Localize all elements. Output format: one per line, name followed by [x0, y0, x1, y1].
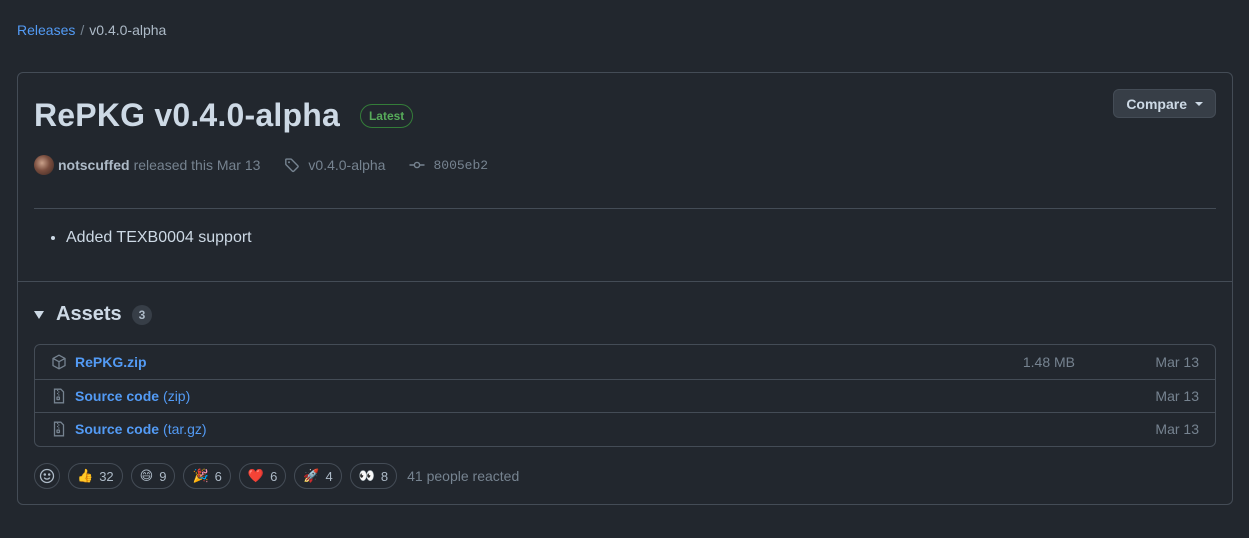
add-reaction-button[interactable]	[34, 463, 60, 489]
assets-count: 3	[131, 304, 153, 325]
reaction-thumbs-up[interactable]: 👍 32	[68, 463, 123, 489]
compare-button[interactable]: Compare	[1113, 89, 1216, 118]
asset-date: Mar 13	[1155, 421, 1199, 438]
thumbs-up-icon: 👍	[77, 468, 94, 483]
reactions-summary: 41 people reacted	[407, 468, 520, 484]
divider	[18, 281, 1232, 282]
asset-name[interactable]: Source code	[75, 421, 159, 437]
reactions-bar: 👍 32 😄 9 🎉 6 ❤️ 6 🚀 4 👀 8 41 people reac…	[34, 463, 519, 489]
asset-name[interactable]: RePKG.zip	[75, 354, 147, 370]
eyes-icon: 👀	[358, 468, 375, 483]
release-card: RePKG v0.4.0-alpha Latest Compare notscu…	[17, 72, 1233, 505]
reaction-count: 4	[325, 468, 333, 484]
asset-date: Mar 13	[1155, 353, 1199, 370]
smiley-icon	[39, 468, 55, 484]
package-icon	[52, 354, 66, 370]
asset-row[interactable]: Source code (zip) Mar 13	[35, 378, 1215, 413]
reaction-eyes[interactable]: 👀 8	[349, 463, 398, 489]
asset-date: Mar 13	[1155, 387, 1199, 404]
reaction-hooray[interactable]: 🎉 6	[183, 463, 231, 489]
assets-list: RePKG.zip 1.48 MB Mar 13 Source code (zi…	[34, 344, 1216, 447]
reaction-count: 32	[99, 468, 114, 484]
reaction-count: 6	[270, 468, 278, 484]
reaction-laugh[interactable]: 😄 9	[130, 463, 176, 489]
reaction-count: 9	[159, 468, 167, 484]
breadcrumb-current: v0.4.0-alpha	[89, 22, 167, 38]
tag-icon	[285, 158, 300, 173]
laugh-icon: 😄	[139, 468, 154, 483]
release-meta: notscuffed released this Mar 13 v0.4.0-a…	[34, 155, 488, 175]
latest-badge: Latest	[359, 103, 414, 128]
commit-icon	[409, 161, 425, 169]
tada-icon: 🎉	[192, 468, 209, 483]
asset-size: 1.48 MB	[1022, 353, 1075, 370]
reaction-heart[interactable]: ❤️ 6	[238, 463, 287, 489]
asset-format[interactable]: (zip)	[163, 388, 190, 404]
commit-sha: 8005eb2	[433, 157, 489, 173]
released-text: released this Mar 13	[133, 157, 261, 173]
divider	[34, 208, 1216, 209]
triangle-down-icon[interactable]	[34, 310, 44, 319]
tag-link[interactable]: v0.4.0-alpha	[284, 157, 385, 173]
assets-title: Assets	[56, 303, 122, 325]
compare-label: Compare	[1126, 95, 1187, 112]
reaction-count: 8	[380, 468, 389, 484]
release-title[interactable]: RePKG v0.4.0-alpha	[34, 97, 340, 134]
author-link[interactable]: notscuffed	[58, 157, 130, 173]
tag-label: v0.4.0-alpha	[308, 157, 386, 173]
asset-format[interactable]: (tar.gz)	[163, 421, 207, 437]
asset-row[interactable]: Source code (tar.gz) Mar 13	[35, 412, 1215, 446]
rocket-icon: 🚀	[303, 468, 320, 483]
breadcrumb-separator: /	[80, 22, 85, 38]
reaction-count: 6	[214, 468, 222, 484]
commit-link[interactable]: 8005eb2	[409, 157, 488, 173]
avatar[interactable]	[34, 155, 54, 175]
caret-down-icon	[1195, 101, 1203, 106]
release-note-item: Added TEXB0004 support	[66, 229, 252, 247]
asset-name[interactable]: Source code	[75, 388, 159, 404]
breadcrumb: Releases / v0.4.0-alpha	[17, 22, 166, 38]
reaction-rocket[interactable]: 🚀 4	[294, 463, 342, 489]
heart-icon: ❤️	[247, 468, 265, 483]
file-zip-icon	[53, 421, 65, 437]
release-notes: Added TEXB0004 support	[48, 229, 252, 247]
breadcrumb-releases-link[interactable]: Releases	[17, 22, 75, 38]
asset-row[interactable]: RePKG.zip 1.48 MB Mar 13	[35, 345, 1215, 379]
file-zip-icon	[53, 388, 65, 404]
assets-header[interactable]: Assets 3	[34, 303, 153, 326]
